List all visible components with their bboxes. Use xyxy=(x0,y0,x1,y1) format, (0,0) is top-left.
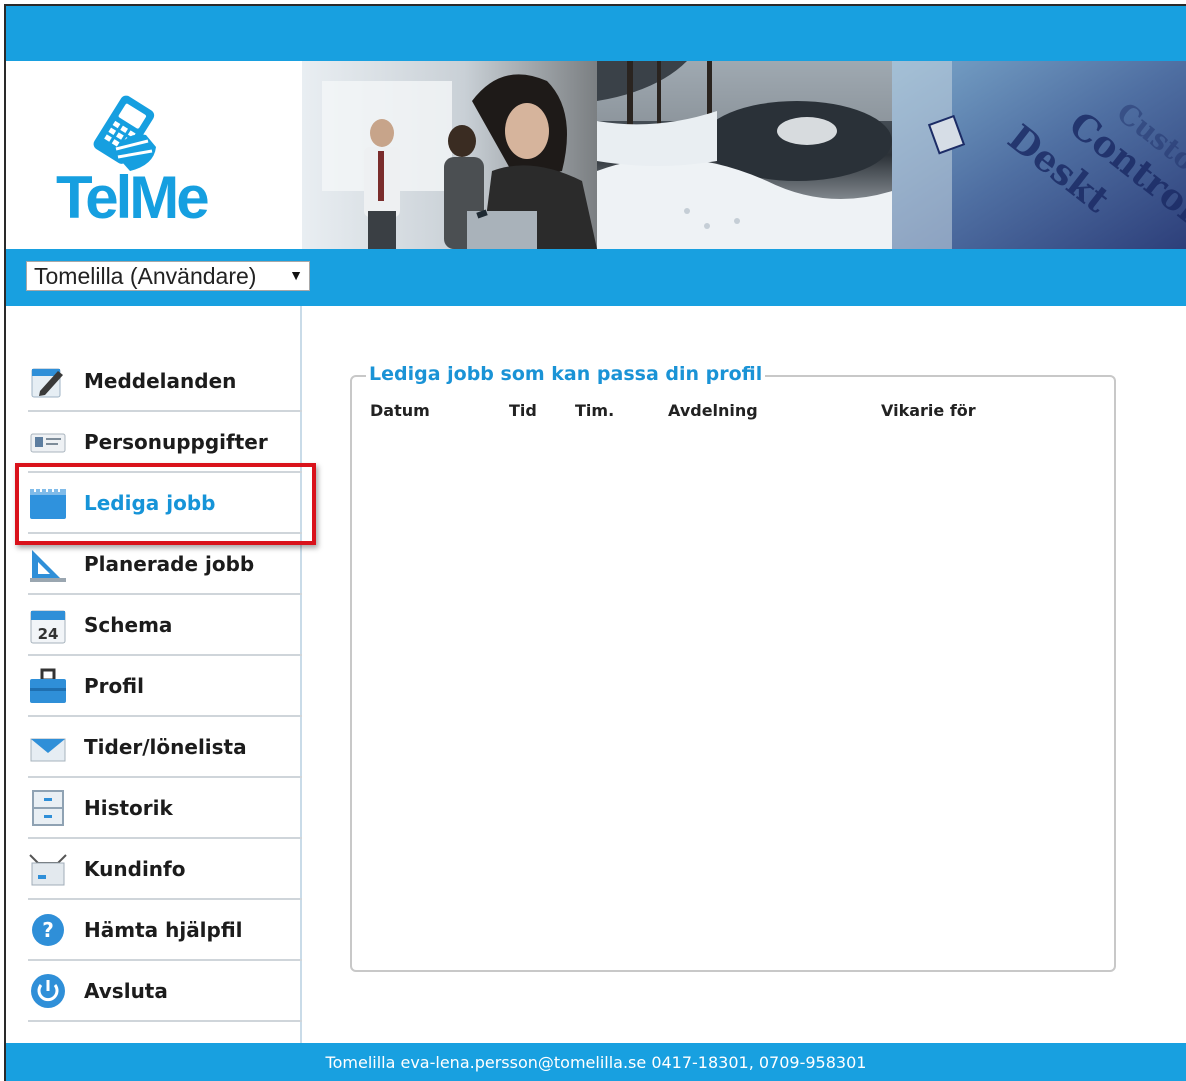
notepad-pen-icon xyxy=(31,368,63,397)
sidebar-item-label: Profil xyxy=(84,673,144,698)
available-jobs-panel: Lediga jobb som kan passa din profil Dat… xyxy=(350,363,1116,972)
sidebar-item-kundinfo[interactable]: Kundinfo xyxy=(28,839,302,900)
briefcase-icon xyxy=(30,668,66,703)
sidebar-item-label: Avsluta xyxy=(84,978,168,1003)
logo-text: TelMe xyxy=(56,164,210,231)
envelope-icon xyxy=(30,738,66,761)
banner-meeting-image xyxy=(302,61,597,249)
header: TelMe Control Deskt Custom xyxy=(6,61,1186,249)
sidebar-item-label: Tider/lönelista xyxy=(84,734,247,759)
column-header-tim[interactable]: Tim. xyxy=(575,401,614,420)
user-select-value: Tomelilla (Användare) xyxy=(34,262,257,289)
svg-text:?: ? xyxy=(42,918,54,942)
sidebar-item-hamta-hjalpfil[interactable]: ? Hämta hjälpfil xyxy=(28,900,302,961)
id-card-icon xyxy=(30,433,66,452)
sidebar-item-profil[interactable]: Profil xyxy=(28,656,302,717)
banner-snow-image xyxy=(597,61,892,249)
highlight-annotation xyxy=(15,463,316,545)
sidebar-item-label: Schema xyxy=(84,612,173,637)
power-icon xyxy=(31,973,65,1008)
sidebar-item-tider-lonelista[interactable]: Tider/lönelista xyxy=(28,717,302,778)
sidebar-item-schema[interactable]: 24 Schema xyxy=(28,595,302,656)
sidebar-item-historik[interactable]: Historik xyxy=(28,778,302,839)
footer: Tomelilla eva-lena.persson@tomelilla.se … xyxy=(6,1043,1186,1081)
telme-logo: TelMe xyxy=(6,61,302,249)
sidebar-item-label: Kundinfo xyxy=(84,856,186,881)
top-bar xyxy=(6,6,1186,61)
file-cabinet-icon xyxy=(32,789,64,826)
svg-text:24: 24 xyxy=(38,625,59,643)
footer-contact: Tomelilla eva-lena.persson@tomelilla.se … xyxy=(325,1052,867,1072)
user-select[interactable]: Tomelilla (Användare) ▼ xyxy=(26,261,310,291)
sidebar-item-label: Planerade jobb xyxy=(84,551,255,576)
inbox-tray-icon xyxy=(29,853,67,885)
sidebar-item-label: Personuppgifter xyxy=(84,429,268,454)
column-header-avdelning[interactable]: Avdelning xyxy=(668,401,758,420)
banner-screen-image: Control P Deskt Custom xyxy=(892,61,1186,249)
sidebar: Meddelanden Personuppgifter Lediga jobb … xyxy=(6,306,302,1043)
help-icon: ? xyxy=(32,913,64,946)
sidebar-item-avsluta[interactable]: Avsluta xyxy=(28,961,302,1022)
calendar-24-icon: 24 xyxy=(30,610,66,643)
column-header-datum[interactable]: Datum xyxy=(370,401,430,420)
sidebar-item-meddelanden[interactable]: Meddelanden xyxy=(28,351,302,412)
sidebar-item-label: Hämta hjälpfil xyxy=(84,917,243,942)
set-square-icon xyxy=(30,549,66,582)
panel-title: Lediga jobb som kan passa din profil xyxy=(366,363,766,385)
chevron-down-icon: ▼ xyxy=(289,267,303,283)
column-header-tid[interactable]: Tid xyxy=(509,401,537,420)
user-bar: Tomelilla (Användare) ▼ xyxy=(6,249,1186,306)
column-header-vikarie-for[interactable]: Vikarie för xyxy=(881,401,976,420)
sidebar-item-label: Meddelanden xyxy=(84,368,237,393)
sidebar-item-label: Historik xyxy=(84,795,173,820)
